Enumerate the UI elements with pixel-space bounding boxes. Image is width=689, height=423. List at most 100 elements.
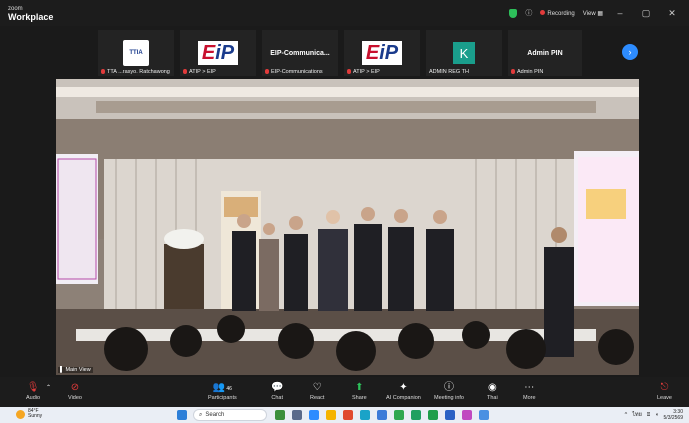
participant-tile[interactable]: K ADMIN REG TH xyxy=(426,30,502,76)
recording-dot-icon xyxy=(540,9,546,15)
globe-icon: ◉ xyxy=(487,382,497,393)
participant-name: ATIP > EIP xyxy=(189,69,216,75)
line-app-icon[interactable] xyxy=(394,410,404,420)
participant-tile[interactable]: EiP ATIP > EIP xyxy=(180,30,256,76)
chevron-up-icon[interactable]: ^ xyxy=(625,412,628,418)
audio-options-caret[interactable]: ⌃ xyxy=(46,382,51,395)
taskbar-search[interactable]: ⌕ Search xyxy=(193,409,267,421)
share-screen-icon: ⬆ xyxy=(355,382,364,393)
eip-logo: EiP xyxy=(361,41,403,65)
mic-muted-icon xyxy=(265,69,269,75)
leave-label: Leave xyxy=(657,395,672,401)
excel-icon[interactable] xyxy=(411,410,421,420)
leave-button[interactable]: ⎋ Leave xyxy=(657,382,672,401)
language-indicator[interactable]: ไทย xyxy=(632,411,642,419)
video-label-text: Main View xyxy=(65,367,91,373)
search-placeholder: Search xyxy=(205,412,225,418)
participant-display: Admin PIN xyxy=(527,49,563,57)
participants-count: 46 xyxy=(226,386,232,392)
more-button[interactable]: ⋯ More xyxy=(523,382,536,401)
mic-muted-icon xyxy=(511,69,515,75)
avatar: K xyxy=(453,42,475,64)
participants-button[interactable]: 👥46 Participants xyxy=(208,382,237,401)
info-icon: ⓘ xyxy=(443,382,454,393)
video-scene xyxy=(56,79,639,375)
recording-indicator[interactable]: Recording xyxy=(540,9,575,17)
volume-icon[interactable]: ◖ xyxy=(655,412,658,418)
eip-logo: EiP xyxy=(197,41,239,65)
chat-icon: 💬 xyxy=(271,382,284,393)
sparkle-icon: ✦ xyxy=(399,382,408,393)
ai-companion-button[interactable]: ✦ AI Companion xyxy=(386,382,421,401)
video-button[interactable]: ⊘ Video xyxy=(68,382,82,401)
participant-tile[interactable]: EIP-Communica... EIP-Communications xyxy=(262,30,338,76)
weather-text: Sunny xyxy=(28,413,43,419)
participant-name: ATIP > EIP xyxy=(353,69,380,75)
main-video[interactable]: ▌ Main View xyxy=(56,79,639,375)
view-label: View xyxy=(582,10,596,17)
chat-app-icon[interactable] xyxy=(428,410,438,420)
taskbar-app-icon[interactable] xyxy=(275,410,285,420)
task-view-icon[interactable] xyxy=(292,410,302,420)
participant-tile[interactable]: EiP ATIP > EIP xyxy=(344,30,420,76)
maximize-button[interactable]: ▢ xyxy=(637,8,655,19)
brand-bottom: Workplace xyxy=(8,12,54,22)
mic-muted-icon xyxy=(183,69,187,75)
view-button[interactable]: View ▦ xyxy=(583,10,603,17)
teams-icon[interactable] xyxy=(445,410,455,420)
microphone-muted-icon: 🎙 xyxy=(26,382,40,393)
system-tray: ^ ไทย ⌸ ◖ 3:30 5/3/2569 xyxy=(625,409,683,421)
windows-start-icon[interactable] xyxy=(177,410,187,420)
react-button[interactable]: ♡ React xyxy=(310,382,324,401)
store-icon[interactable] xyxy=(377,410,387,420)
mic-muted-icon xyxy=(347,69,351,75)
minimize-button[interactable]: – xyxy=(611,8,629,18)
info-icon[interactable]: ⓘ xyxy=(525,8,532,18)
participant-name: Admin PIN xyxy=(517,69,544,75)
date: 5/3/2569 xyxy=(663,415,683,421)
zoom-app-icon[interactable] xyxy=(309,410,319,420)
zoom-logo: zoom Workplace xyxy=(8,5,54,22)
weather-widget[interactable]: 84°F Sunny xyxy=(16,409,42,419)
meeting-info-button[interactable]: ⓘ Meeting info xyxy=(434,382,464,401)
close-button[interactable]: ✕ xyxy=(663,8,681,19)
network-icon[interactable]: ⌸ xyxy=(647,412,650,419)
participant-tile[interactable]: Admin PIN Admin PIN xyxy=(508,30,582,76)
language-label: Thai xyxy=(487,395,498,401)
video-label: Video xyxy=(68,395,82,401)
participant-tile[interactable]: TTIA TTA ...rasyo. Ratchawong xyxy=(98,30,174,76)
mic-muted-icon xyxy=(101,69,105,75)
chrome-icon[interactable] xyxy=(343,410,353,420)
chat-label: Chat xyxy=(271,395,284,401)
participant-name: TTA ...rasyo. Ratchawong xyxy=(107,69,170,75)
search-icon: ⌕ xyxy=(199,411,203,418)
react-label: React xyxy=(310,395,325,401)
security-shield-icon[interactable] xyxy=(509,8,518,18)
exit-icon: ⎋ xyxy=(660,382,669,393)
meeting-info-label: Meeting info xyxy=(434,395,464,401)
participants-label: Participants xyxy=(208,395,237,401)
photos-icon[interactable] xyxy=(479,410,489,420)
participant-display: EIP-Communica... xyxy=(270,49,330,57)
language-button[interactable]: ◉ Thai xyxy=(487,382,498,401)
os-taskbar: 84°F Sunny ⌕ Search ^ ไทย ⌸ ◖ 3:30 5/3/25… xyxy=(0,407,689,423)
share-label: Share xyxy=(352,395,367,401)
ai-companion-label: AI Companion xyxy=(386,395,421,401)
participant-name: EIP-Communications xyxy=(271,69,323,75)
gallery-strip: TTIA TTA ...rasyo. Ratchawong EiP ATIP >… xyxy=(98,30,638,76)
edge-icon[interactable] xyxy=(360,410,370,420)
more-label: More xyxy=(523,395,536,401)
recording-label: Recording xyxy=(547,10,575,17)
chat-button[interactable]: 💬 Chat xyxy=(271,382,283,401)
more-icon: ⋯ xyxy=(524,382,535,393)
meeting-toolbar: 🎙 Audio ⌃ ⊘ Video 👥46 Participants 💬 Cha… xyxy=(0,377,689,407)
share-button[interactable]: ⬆ Share xyxy=(352,382,367,401)
gallery-next-button[interactable]: › xyxy=(622,44,638,60)
signal-icon: ▌ xyxy=(60,367,64,373)
chevron-up-icon: ⌃ xyxy=(46,385,52,391)
video-label: ▌ Main View xyxy=(58,367,93,373)
app-icon[interactable] xyxy=(462,410,472,420)
file-explorer-icon[interactable] xyxy=(326,410,336,420)
clock[interactable]: 3:30 5/3/2569 xyxy=(664,409,683,421)
audio-button[interactable]: 🎙 Audio xyxy=(26,382,40,401)
